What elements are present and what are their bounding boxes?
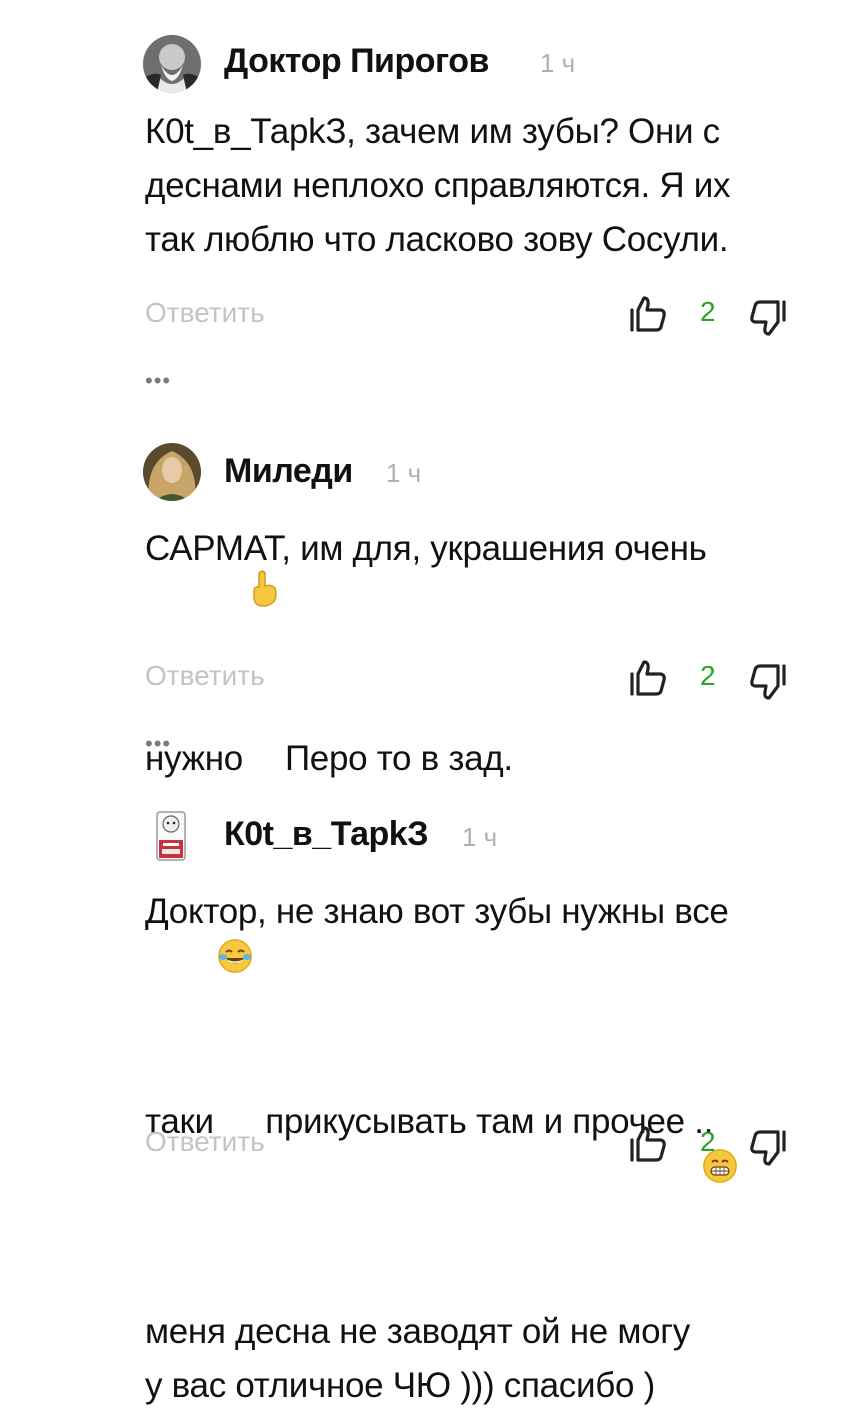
author-name[interactable]: К0t_в_ТарkЗ — [224, 815, 429, 854]
reply-button[interactable]: Ответить — [145, 660, 265, 692]
comment-time: 1 ч — [386, 458, 422, 488]
comment-text-line: Доктор, не знаю вот зубы нужны все — [145, 892, 729, 931]
comment-time: 1 ч — [540, 48, 576, 78]
thumbs-down-icon[interactable] — [748, 298, 788, 338]
like-count: 2 — [700, 1126, 716, 1157]
comment-time: 1 ч — [462, 822, 498, 852]
comment-text-segment: Перо то в зад. — [284, 739, 513, 778]
thumbs-up-icon[interactable] — [628, 658, 668, 698]
comment-text-segment: меня десна не заводят ой не могу — [145, 1312, 690, 1351]
avatar[interactable] — [143, 806, 201, 864]
comment-text: САРМАТ, им для, украшения очень нужно Пе… — [145, 522, 805, 786]
pointing-up-emoji — [247, 570, 281, 610]
author-name[interactable]: Доктор Пирогов — [224, 42, 489, 81]
reply-button[interactable]: Ответить — [145, 1126, 265, 1158]
comment-text-line: САРМАТ, им для, украшения очень — [145, 529, 707, 568]
avatar[interactable] — [143, 443, 201, 501]
more-button[interactable]: ••• — [145, 731, 171, 757]
comment-text-line: у вас отличное ЧЮ ))) спасибо ) — [145, 1366, 655, 1405]
comment-text: К0t_в_ТарkЗ, зачем им зубы? Они с деснам… — [145, 105, 805, 267]
comment-text-line: деснами неплохо справляются. Я их — [145, 166, 731, 205]
reply-button[interactable]: Ответить — [145, 297, 265, 329]
thumbs-down-icon[interactable] — [748, 662, 788, 702]
more-button[interactable]: ••• — [145, 368, 171, 394]
tears-of-joy-emoji — [217, 939, 252, 973]
thumbs-up-icon[interactable] — [628, 1124, 668, 1164]
author-name[interactable]: Миледи — [224, 452, 353, 491]
comment-text-line: меня десна не заводят ой не могу — [145, 1149, 805, 1359]
thumbs-down-icon[interactable] — [748, 1128, 788, 1168]
comment-text-line: К0t_в_ТарkЗ, зачем им зубы? Они с — [145, 112, 720, 151]
like-count: 2 — [700, 296, 716, 327]
thumbs-up-icon[interactable] — [628, 294, 668, 334]
comment-text-line: так люблю что ласково зову Сосули. — [145, 220, 729, 259]
avatar[interactable] — [143, 35, 201, 93]
like-count: 2 — [700, 660, 716, 691]
comment-text-line: таки прикусывать там и прочее .. — [145, 939, 805, 1149]
